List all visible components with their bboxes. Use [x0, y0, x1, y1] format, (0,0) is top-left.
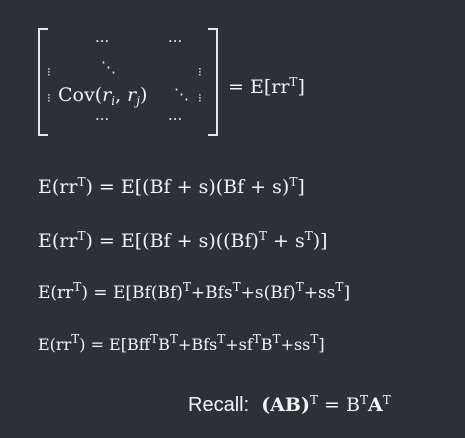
eq3-sup-c: T [295, 280, 304, 294]
equation-3: E(rrT) = E[Bf(Bf)T+BfsT+s(Bf)T+ssT] [38, 281, 351, 303]
matrix-row3-ddots: ⋱ [174, 85, 189, 103]
matrix-bottom-dots-2: ··· [168, 110, 183, 128]
eq4-mid-b: +Bfs [177, 335, 218, 354]
recall-eq: = B [317, 394, 360, 416]
eq3-sup-a: T [182, 280, 191, 294]
eq1-rhs-sup: T [289, 175, 298, 189]
matrix-rhs: = E[rrT] [228, 75, 305, 98]
eq4-mid-c: +sf [225, 335, 253, 354]
eq3-mid-b: +s(Bf) [240, 283, 296, 303]
eq4-sup-f: T [310, 332, 319, 346]
eq1-close: ] [297, 176, 305, 198]
matrix-row3-vdots-right: ⁝ [198, 91, 202, 105]
matrix-row2-vdots-left: ⁝ [47, 65, 51, 79]
eq1-lhs-sup: T [77, 175, 86, 189]
recall-identity: Recall: (AB)T = BTAT [188, 393, 391, 416]
eq2-end: )] [312, 230, 328, 252]
eq4-lhs-sup: T [71, 332, 80, 346]
eq2-sup-a: T [258, 229, 267, 243]
matrix-row2-ddots: ⋱ [101, 58, 116, 76]
eq4-sup-a: T [150, 332, 159, 346]
eq4-mid-a: B [158, 335, 170, 354]
eq4-body: ) = E[Bff [79, 335, 151, 354]
eq3-body: ) = E[Bf(Bf) [81, 283, 183, 303]
matrix-bottom-dots-1: ··· [95, 110, 110, 128]
equation-1: E(rrT) = E[(Bf + s)(Bf + s)T] [38, 175, 305, 198]
eq2-sup-b: T [304, 229, 313, 243]
eq3-end: ] [343, 283, 351, 303]
eq4-sup-e: T [272, 332, 281, 346]
recall-expr-a: (AB) [261, 394, 310, 416]
eq3-mid-a: +Bfs [190, 283, 233, 303]
matrix-rhs-sup: T [289, 75, 298, 89]
matrix-row3-vdots-left: ⁝ [47, 91, 51, 105]
eq4-lhs: E(rr [38, 335, 72, 354]
cov-arg-r2: r [127, 84, 137, 106]
covariance-entry: Cov(ri, rj) [58, 84, 148, 108]
equation-4: E(rrT) = E[BffTBT+BfsT+sfTBT+ssT] [38, 333, 325, 354]
matrix-top-dots-1: ··· [95, 32, 110, 50]
eq3-sup-b: T [232, 280, 241, 294]
equation-2: E(rrT) = E[(Bf + s)((Bf)T + sT)] [38, 229, 328, 252]
eq1-body: ) = E[(Bf + s)(Bf + s) [85, 176, 290, 198]
cov-sub-i: i [111, 94, 116, 108]
eq4-mid-d: B [260, 335, 273, 354]
recall-sup-c: T [382, 393, 391, 407]
eq2-lhs: E(rr [38, 230, 78, 252]
eq3-sup-d: T [335, 280, 344, 294]
cov-sub-j: j [136, 94, 140, 108]
cov-arg-r1: r [102, 84, 112, 106]
matrix-right-bracket [208, 28, 218, 136]
matrix-left-bracket [38, 28, 48, 136]
eq3-lhs-sup: T [73, 280, 82, 294]
eq4-end: ] [318, 335, 325, 354]
matrix-row2-vdots-right: ⁝ [198, 65, 202, 79]
eq4-sup-d: T [252, 332, 261, 346]
cov-function: Cov [58, 84, 95, 106]
matrix-top-dots-2: ··· [168, 32, 183, 50]
eq4-sup-c: T [217, 332, 226, 346]
matrix-rhs-text: = E[rr [228, 76, 290, 98]
recall-expr-c: A [367, 394, 383, 416]
eq2-lhs-sup: T [77, 229, 86, 243]
eq1-lhs: E(rr [38, 176, 78, 198]
matrix-rhs-close: ] [297, 76, 305, 98]
cov-separator: , [115, 84, 122, 106]
eq3-lhs: E(rr [38, 283, 74, 303]
eq2-mid: + s [266, 230, 305, 252]
eq4-mid-e: +ss [280, 335, 311, 354]
recall-label: Recall: [188, 394, 250, 416]
recall-sup-b: T [359, 393, 368, 407]
recall-sup-a: T [309, 393, 318, 407]
eq4-sup-b: T [169, 332, 178, 346]
eq3-mid-c: +ss [303, 283, 336, 303]
eq2-body: ) = E[(Bf + s)((Bf) [85, 230, 259, 252]
